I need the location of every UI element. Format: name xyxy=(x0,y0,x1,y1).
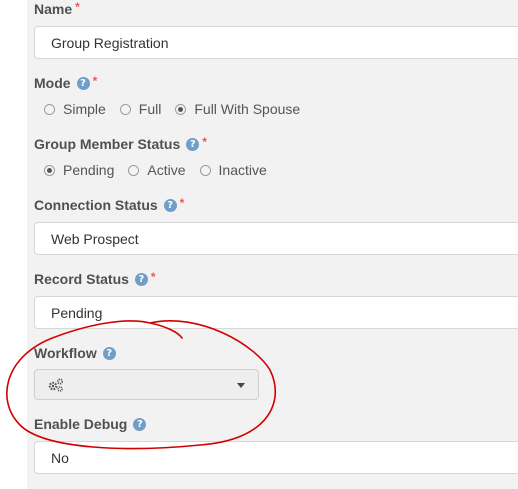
required-marker: * xyxy=(179,196,185,210)
required-marker: * xyxy=(202,135,207,149)
question-circle-icon[interactable]: ? xyxy=(134,272,148,286)
radio-button-selected[interactable] xyxy=(175,103,187,115)
mode-radio-group: Simple Full Full With Spouse xyxy=(44,101,314,117)
required-marker: * xyxy=(92,74,98,88)
enable-debug-label: Enable Debug ? xyxy=(34,416,147,432)
workflow-label-text: Workflow xyxy=(34,345,97,361)
mode-option-label: Full xyxy=(138,101,162,117)
enable-debug-value: No xyxy=(51,449,69,466)
status-option-inactive[interactable]: Inactive xyxy=(199,162,267,178)
workflow-label: Workflow ? xyxy=(34,345,116,361)
status-option-label: Active xyxy=(147,162,186,178)
mode-option-label: Full With Spouse xyxy=(194,101,301,117)
group-member-status-label: Group Member Status ? * xyxy=(34,135,207,152)
status-option-pending[interactable]: Pending xyxy=(44,162,114,178)
mode-option-label: Simple xyxy=(63,101,106,117)
group-member-status-radio-group: Pending Active Inactive xyxy=(44,162,281,178)
connection-status-label: Connection Status ? * xyxy=(34,196,185,213)
name-input-value: Group Registration xyxy=(51,34,169,51)
radio-button[interactable] xyxy=(128,164,140,176)
radio-button[interactable] xyxy=(44,103,55,115)
question-circle-icon[interactable]: ? xyxy=(76,76,90,90)
record-status-label: Record Status ? * xyxy=(34,270,156,287)
enable-debug-field[interactable]: No xyxy=(34,441,518,474)
enable-debug-label-text: Enable Debug xyxy=(34,416,128,432)
gears-icon xyxy=(48,378,64,392)
required-marker: * xyxy=(75,0,80,14)
name-label: Name * xyxy=(34,0,80,17)
record-status-label-text: Record Status xyxy=(34,271,129,287)
status-option-label: Inactive xyxy=(218,162,267,178)
workflow-picker[interactable] xyxy=(34,369,259,400)
name-label-text: Name xyxy=(34,1,73,17)
radio-button-selected[interactable] xyxy=(44,164,55,176)
status-option-active[interactable]: Active xyxy=(128,162,186,178)
status-option-label: Pending xyxy=(63,162,115,178)
question-circle-icon[interactable]: ? xyxy=(133,417,147,431)
mode-label: Mode ? * xyxy=(34,74,98,91)
mode-label-text: Mode xyxy=(34,75,71,91)
question-circle-icon[interactable]: ? xyxy=(102,346,116,360)
question-circle-icon[interactable]: ? xyxy=(186,137,200,151)
record-status-value: Pending xyxy=(51,304,103,321)
mode-option-full-with-spouse[interactable]: Full With Spouse xyxy=(175,101,300,117)
required-marker: * xyxy=(150,270,156,284)
mode-option-full[interactable]: Full xyxy=(119,101,162,117)
name-input[interactable]: Group Registration xyxy=(34,26,518,59)
radio-button[interactable] xyxy=(199,164,211,176)
radio-button[interactable] xyxy=(119,103,131,115)
record-status-field[interactable]: Pending xyxy=(34,296,518,329)
connection-status-field[interactable]: Web Prospect xyxy=(34,222,518,255)
question-circle-icon[interactable]: ? xyxy=(163,198,177,212)
caret-down-icon[interactable] xyxy=(237,383,245,388)
connection-status-label-text: Connection Status xyxy=(34,197,158,213)
mode-option-simple[interactable]: Simple xyxy=(44,101,106,117)
group-member-status-label-text: Group Member Status xyxy=(34,136,181,152)
connection-status-value: Web Prospect xyxy=(51,230,139,247)
